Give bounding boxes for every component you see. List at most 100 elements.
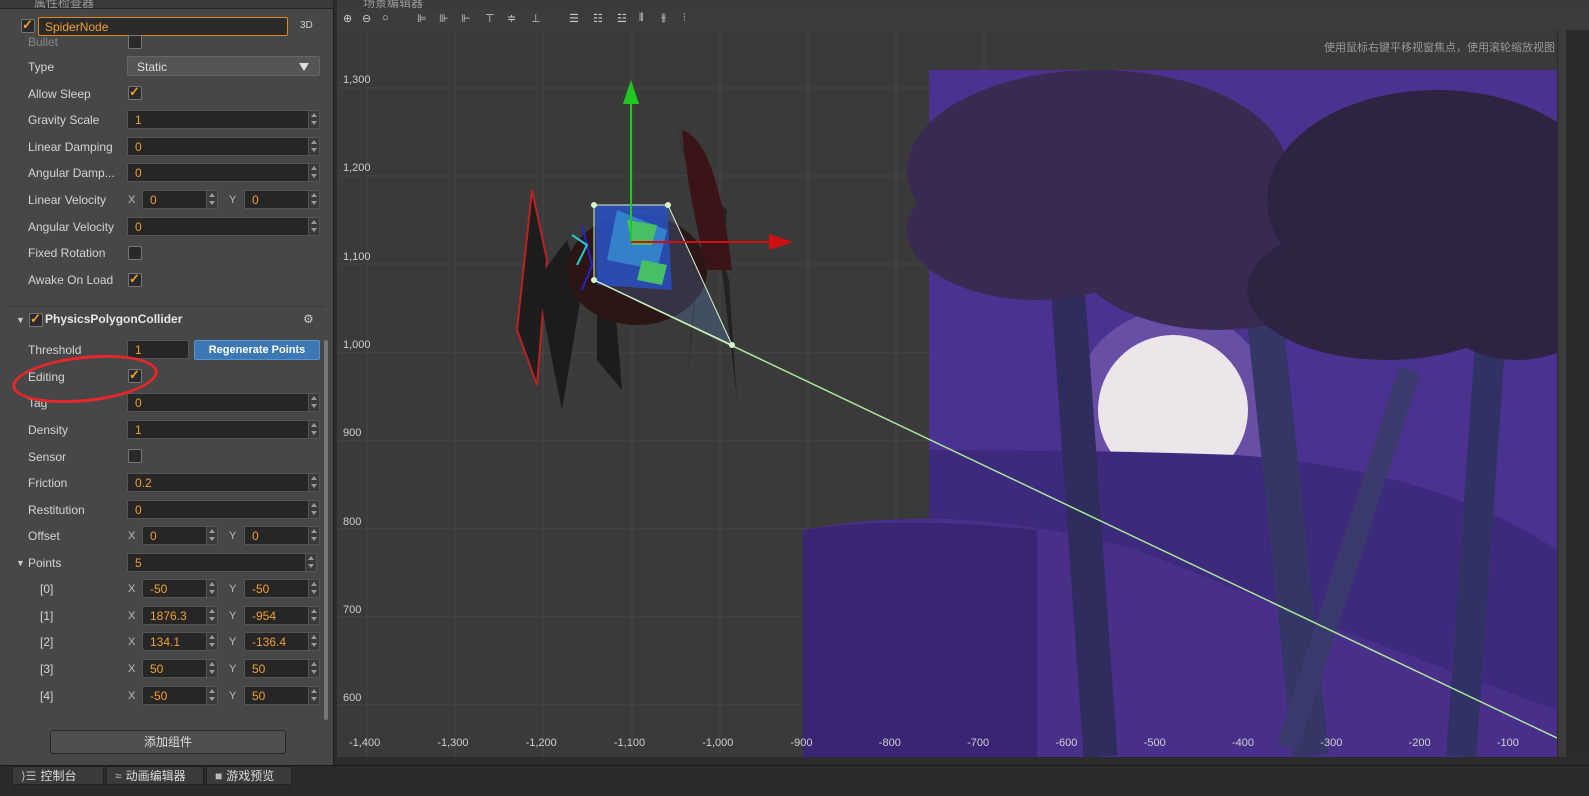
spinner-icon[interactable] bbox=[206, 191, 217, 208]
sensor-checkbox[interactable] bbox=[128, 449, 142, 463]
y-tick-label: 900 bbox=[343, 427, 362, 440]
spinner-icon[interactable] bbox=[206, 660, 217, 677]
zoom-out-icon[interactable]: ⊖ bbox=[362, 12, 371, 25]
align-hcenter-icon[interactable]: ⊪ bbox=[439, 12, 449, 25]
point-index-label: [2] bbox=[40, 635, 54, 649]
tab-animation-editor[interactable]: ≈ 动画编辑器 bbox=[106, 766, 204, 785]
distribute-right-icon[interactable]: ⫶ bbox=[683, 12, 686, 25]
points-count-input[interactable]: 5 bbox=[127, 553, 317, 572]
align-bottom-icon[interactable]: ⊥ bbox=[531, 12, 541, 25]
y-tick-label: 700 bbox=[343, 603, 362, 616]
spinner-icon[interactable] bbox=[308, 633, 319, 650]
angular-damping-input[interactable]: 0 bbox=[127, 163, 320, 182]
point-x-input[interactable]: -50 bbox=[142, 686, 218, 705]
bullet-label: Bullet bbox=[28, 35, 59, 49]
type-select[interactable]: Static bbox=[127, 56, 320, 76]
spinner-icon[interactable] bbox=[308, 191, 319, 208]
offset-x-input[interactable]: 0 bbox=[142, 526, 218, 545]
allow-sleep-checkbox[interactable] bbox=[128, 84, 142, 100]
scene-scrollbar[interactable] bbox=[1558, 30, 1566, 757]
align-right-icon[interactable]: ⊩ bbox=[461, 12, 471, 25]
point-x-input[interactable]: -50 bbox=[142, 579, 218, 598]
zoom-reset-icon[interactable]: ○ bbox=[382, 12, 389, 24]
node-name-field[interactable]: SpiderNode bbox=[38, 17, 288, 36]
bullet-checkbox[interactable] bbox=[128, 35, 142, 49]
distribute-left-icon[interactable]: ⫴ bbox=[639, 12, 644, 25]
zoom-in-icon[interactable]: ⊕ bbox=[343, 12, 352, 25]
point-x-input[interactable]: 1876.3 bbox=[142, 606, 218, 625]
node-active-checkbox[interactable] bbox=[21, 17, 35, 33]
spinner-icon[interactable] bbox=[308, 580, 319, 597]
linear-velocity-y-input[interactable]: 0 bbox=[244, 190, 320, 209]
spinner-icon[interactable] bbox=[305, 554, 316, 571]
collider-enabled-checkbox[interactable] bbox=[29, 311, 43, 327]
point-y-input[interactable]: 50 bbox=[244, 686, 320, 705]
axis-y-label: Y bbox=[229, 583, 237, 595]
x-tick-label: -1,200 bbox=[525, 737, 557, 749]
align-top-icon[interactable]: ⊤ bbox=[485, 12, 495, 25]
distribute-top-icon[interactable]: ☰ bbox=[569, 12, 579, 25]
linear-damping-input[interactable]: 0 bbox=[127, 137, 320, 156]
tab-console[interactable]: ⟩☰ 控制台 bbox=[12, 766, 104, 785]
spinner-icon[interactable] bbox=[308, 687, 319, 704]
tab-animation-label: 动画编辑器 bbox=[125, 769, 186, 783]
spinner-icon[interactable] bbox=[308, 501, 319, 518]
awake-on-load-checkbox[interactable] bbox=[128, 271, 142, 287]
spinner-icon[interactable] bbox=[308, 394, 319, 411]
axis-y-label: Y bbox=[229, 610, 237, 622]
point-x-input[interactable]: 134.1 bbox=[142, 632, 218, 651]
points-label: Points bbox=[28, 556, 62, 570]
points-collapse-triangle-icon[interactable]: ▼ bbox=[16, 558, 25, 568]
axis-x-label: X bbox=[128, 530, 136, 542]
gear-icon[interactable]: ⚙ bbox=[303, 312, 314, 326]
spinner-icon[interactable] bbox=[308, 660, 319, 677]
regenerate-points-button[interactable]: Regenerate Points bbox=[194, 340, 320, 360]
spinner-icon[interactable] bbox=[206, 527, 217, 544]
allow-sleep-label: Allow Sleep bbox=[28, 87, 91, 101]
inspector-scrollbar[interactable] bbox=[324, 340, 328, 720]
type-label: Type bbox=[28, 60, 55, 74]
distribute-vcenter-icon[interactable]: ☷ bbox=[593, 12, 603, 25]
scene-tab[interactable]: 场景编辑器 bbox=[337, 0, 1589, 10]
angular-velocity-input[interactable]: 0 bbox=[127, 217, 320, 236]
friction-input[interactable]: 0.2 bbox=[127, 473, 320, 492]
spinner-icon[interactable] bbox=[308, 474, 319, 491]
spinner-icon[interactable] bbox=[308, 421, 319, 438]
collapse-triangle-icon[interactable]: ▼ bbox=[16, 315, 25, 325]
point-y-input[interactable]: 50 bbox=[244, 659, 320, 678]
linear-velocity-x-input[interactable]: 0 bbox=[142, 190, 218, 209]
distribute-hcenter-icon[interactable]: ⫵ bbox=[661, 12, 666, 25]
point-y-input[interactable]: -136.4 bbox=[244, 632, 320, 651]
spinner-icon[interactable] bbox=[206, 580, 217, 597]
point-y-input[interactable]: -50 bbox=[244, 579, 320, 598]
spinner-icon[interactable] bbox=[308, 138, 319, 155]
align-vcenter-icon[interactable]: ≑ bbox=[507, 12, 516, 25]
scene-view[interactable]: 1,300 1,200 1,100 1,000 900 800 700 600 -1,400 -… bbox=[337, 30, 1557, 757]
point-y-input[interactable]: -954 bbox=[244, 606, 320, 625]
tag-input[interactable]: 0 bbox=[127, 393, 320, 412]
inspector-tab[interactable]: 属性检查器 bbox=[0, 0, 333, 10]
spinner-icon[interactable] bbox=[206, 633, 217, 650]
gravity-scale-input[interactable]: 1 bbox=[127, 110, 320, 129]
spinner-icon[interactable] bbox=[308, 607, 319, 624]
align-left-icon[interactable]: ⊫ bbox=[417, 12, 427, 25]
restitution-input[interactable]: 0 bbox=[127, 500, 320, 519]
scene-canvas[interactable] bbox=[337, 30, 1557, 757]
spinner-icon[interactable] bbox=[308, 218, 319, 235]
add-component-button[interactable]: 添加组件 bbox=[50, 730, 286, 754]
density-input[interactable]: 1 bbox=[127, 420, 320, 439]
spinner-icon[interactable] bbox=[308, 111, 319, 128]
fixed-rotation-checkbox[interactable] bbox=[128, 246, 142, 260]
spinner-icon[interactable] bbox=[206, 607, 217, 624]
distribute-bottom-icon[interactable]: ☳ bbox=[617, 12, 627, 25]
spinner-icon[interactable] bbox=[206, 687, 217, 704]
point-x-input[interactable]: 50 bbox=[142, 659, 218, 678]
offset-y-input[interactable]: 0 bbox=[244, 526, 320, 545]
threshold-input[interactable]: 1 bbox=[127, 340, 189, 359]
3d-toggle-button[interactable]: 3D bbox=[300, 20, 313, 31]
collider-section-header[interactable]: ▼ PhysicsPolygonCollider bbox=[8, 306, 326, 327]
tab-game-preview[interactable]: ■ 游戏预览 bbox=[206, 766, 292, 785]
spinner-icon[interactable] bbox=[308, 164, 319, 181]
type-select-value: Static bbox=[137, 60, 168, 74]
spinner-icon[interactable] bbox=[308, 527, 319, 544]
